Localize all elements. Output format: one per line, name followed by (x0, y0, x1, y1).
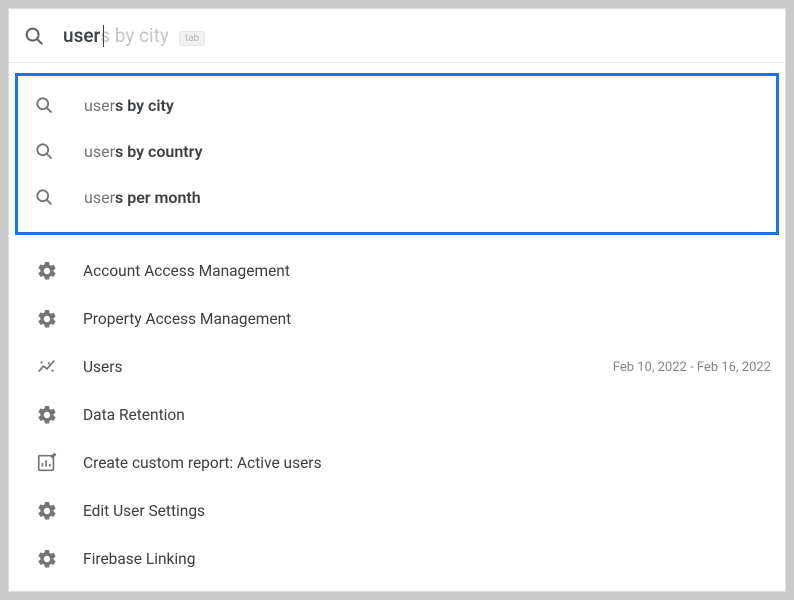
tab-hint-chip: tab (179, 31, 205, 46)
search-panel: user s by city tab users by city (8, 8, 786, 592)
gear-icon (35, 404, 59, 426)
gear-icon (35, 260, 59, 282)
search-typed-text: user (63, 24, 100, 47)
suggestion-label: users by city (84, 96, 174, 115)
result-item[interactable]: Edit User Settings (9, 487, 785, 535)
suggestion-item[interactable]: users by country (18, 128, 776, 174)
result-label: Account Access Management (83, 262, 290, 280)
gear-icon (35, 308, 59, 330)
other-results-list: Account Access Management Property Acces… (9, 243, 785, 583)
search-ghost-text: s by city (100, 24, 169, 47)
result-date-range: Feb 10, 2022 - Feb 16, 2022 (613, 360, 773, 375)
suggestion-label: users by country (84, 142, 203, 161)
search-icon (32, 141, 56, 161)
result-item[interactable]: Property Access Management (9, 295, 785, 343)
chart-edit-icon (35, 452, 59, 474)
result-item[interactable]: Users Feb 10, 2022 - Feb 16, 2022 (9, 343, 785, 391)
result-label: Data Retention (83, 406, 185, 424)
result-item[interactable]: Create custom report: Active users (9, 439, 785, 487)
search-input[interactable]: user s by city tab (63, 24, 205, 47)
suggestions-highlight-box: users by city users by country users per… (15, 73, 779, 235)
result-label: Create custom report: Active users (83, 454, 322, 472)
text-cursor (103, 25, 104, 47)
search-icon (32, 187, 56, 207)
result-label: Property Access Management (83, 310, 291, 328)
result-label: Edit User Settings (83, 502, 205, 520)
trend-icon (35, 356, 59, 378)
result-label: Firebase Linking (83, 550, 195, 568)
result-item[interactable]: Data Retention (9, 391, 785, 439)
gear-icon (35, 548, 59, 570)
gear-icon (35, 500, 59, 522)
suggestion-item[interactable]: users by city (18, 82, 776, 128)
suggestion-item[interactable]: users per month (18, 174, 776, 220)
search-bar[interactable]: user s by city tab (9, 9, 785, 63)
suggestion-label: users per month (84, 188, 201, 207)
result-label: Users (83, 358, 123, 376)
search-icon (23, 25, 45, 47)
result-item[interactable]: Account Access Management (9, 247, 785, 295)
search-icon (32, 95, 56, 115)
result-item[interactable]: Firebase Linking (9, 535, 785, 583)
